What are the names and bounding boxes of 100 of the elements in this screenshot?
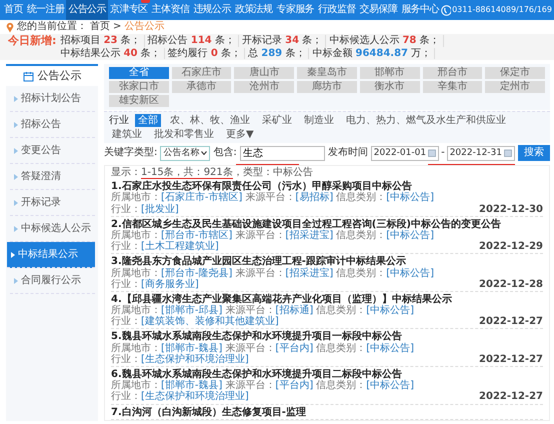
meta-label: 来源平台：	[225, 305, 276, 316]
region-button[interactable]: 张家口市	[109, 81, 169, 93]
region-button[interactable]: 雄安新区	[109, 95, 169, 107]
industry-filter[interactable]: 采矿业	[259, 114, 295, 127]
region-button[interactable]: 衡水市	[360, 81, 420, 93]
breadcrumb-link[interactable]: 首页	[90, 21, 110, 33]
sidebar-item[interactable]: 答疑澄清	[10, 164, 95, 190]
meta-link[interactable]: [生态保护和环境治理业]	[141, 391, 249, 402]
result-title-link[interactable]: 2.信都区城乡生态及民生基础设施建设项目全过程工程咨询(三标段)中标公告的变更公告	[111, 218, 543, 230]
sidebar-item[interactable]: 招标公告	[10, 112, 95, 138]
industry-filter[interactable]: 建筑业	[109, 128, 145, 141]
nav-tab[interactable]: 京津专区	[108, 0, 150, 20]
meta-link[interactable]: [建筑装饰、装修和其他建筑业]	[141, 316, 279, 328]
meta-link[interactable]: [邯郸市-魏县]	[161, 380, 222, 392]
result-title-link[interactable]: 6.魏县环城水系城南段生态保护和水环境提升项目二标段中标公告	[111, 369, 543, 380]
industry-filter[interactable]: 制造业	[301, 114, 337, 127]
region-button[interactable]: 秦皇岛市	[297, 67, 357, 79]
result-title-link[interactable]: 4.【邱县疆水湾生态产业聚集区高端花卉产业化项目（监理）】中标结果公示	[111, 294, 543, 306]
meta-link[interactable]: [土木工程建筑业]	[141, 241, 219, 252]
caret-icon	[11, 252, 15, 258]
result-date: 2022-12-27	[479, 391, 543, 403]
region-button[interactable]: 保定市	[485, 67, 545, 79]
meta-link[interactable]: [招采进宝]	[285, 268, 334, 278]
contains-label: 包含:	[213, 147, 237, 159]
search-button[interactable]: 搜索	[518, 145, 550, 161]
industry-filter[interactable]: 全部	[135, 114, 161, 127]
meta-label: 信息类别：	[316, 305, 366, 316]
nav-tab[interactable]: 统一注册	[24, 0, 66, 20]
meta-link[interactable]: [平台内]	[275, 380, 314, 392]
meta-link[interactable]: [邢台市-市辖区]	[161, 230, 232, 241]
meta-label: 信息类别：	[336, 192, 386, 204]
date-field[interactable]: 2022-01-01	[370, 146, 440, 160]
meta-link[interactable]: [中标公告]	[386, 268, 434, 278]
nav-tab[interactable]: 首页	[2, 0, 25, 20]
meta-link[interactable]: [石家庄市-市辖区]	[161, 192, 242, 204]
meta-link[interactable]: [易招标]	[295, 192, 334, 204]
meta-link[interactable]: [批发业]	[141, 204, 179, 215]
sidebar-item[interactable]: 合同履行公示	[10, 268, 95, 294]
more-link[interactable]: 更多▼	[223, 128, 257, 141]
stat-text: 招标公告 114 条；	[148, 35, 239, 46]
nav-tab[interactable]: 专家服务	[274, 0, 316, 20]
nav-tab[interactable]: 政策法规	[232, 0, 274, 20]
region-button[interactable]: 沧州市	[234, 81, 294, 93]
meta-link[interactable]: [中标公告]	[366, 305, 414, 316]
meta-link[interactable]: [中标公告]	[386, 192, 434, 204]
caret-icon	[14, 278, 18, 284]
result-title-link[interactable]: 5.魏县环城水系城南段生态保护和水环境提升项目一标段中标公告	[111, 331, 543, 343]
stat-text: 中标结果公示 40 条；	[60, 48, 165, 59]
meta-link[interactable]: [邯郸市-邱县]	[161, 305, 222, 316]
meta-label: 行业：	[111, 241, 141, 252]
region-button[interactable]: 唐山市	[234, 67, 294, 79]
meta-label: 来源平台：	[235, 268, 286, 278]
meta-label: 来源平台：	[225, 342, 276, 354]
meta-label: 信息类别：	[336, 230, 386, 241]
meta-link[interactable]: [商务服务业]	[141, 278, 199, 290]
meta-link[interactable]: [平台内]	[275, 342, 314, 354]
meta-label: 所属地市：	[111, 342, 161, 354]
meta-link[interactable]: [生态保护和环境治理业]	[141, 354, 249, 365]
region-button[interactable]: 定州市	[485, 81, 545, 93]
nav-tab[interactable]: 行政监督	[316, 0, 358, 20]
meta-label: 所属地市：	[111, 230, 161, 241]
meta-link[interactable]: [中标公告]	[386, 230, 434, 241]
result-title-link[interactable]: 3.隆尧县东方食品城产业园区生态治理工程-跟踪审计中标结果公示	[111, 256, 543, 268]
sidebar-item[interactable]: 中标结果公示	[7, 242, 95, 268]
caret-icon	[14, 226, 18, 232]
meta-link[interactable]: [招标通]	[275, 305, 314, 316]
date-field[interactable]: 2022-12-31	[446, 146, 515, 160]
region-button[interactable]: 廊坊市	[297, 81, 357, 93]
meta-link[interactable]: [招采进宝]	[285, 230, 334, 241]
nav-tab[interactable]: 违规公示	[191, 0, 233, 20]
sidebar-item[interactable]: 变更公告	[10, 138, 95, 164]
result-title-link[interactable]: 1.石家庄水投生态环保有限责任公司（污水）甲醇采购项目中标公告	[111, 181, 543, 192]
industry-filter[interactable]: 电力、热力、燃气及水生产和供应业	[343, 114, 509, 127]
region-button[interactable]: 邯郸市	[360, 67, 420, 79]
region-button[interactable]: 全省	[109, 67, 169, 79]
nav-tab[interactable]: 交易保障	[358, 0, 400, 20]
industry-filter[interactable]: 农、林、牧、渔业	[167, 114, 253, 127]
meta-link[interactable]: [中标公告]	[366, 342, 414, 354]
region-button[interactable]: 邢台市	[422, 67, 482, 79]
keyword-input[interactable]: 生态	[240, 146, 325, 160]
region-button[interactable]: 承德市	[172, 81, 232, 93]
caret-icon	[14, 148, 18, 154]
meta-link[interactable]: [邢台市-隆尧县]	[161, 268, 232, 278]
industry-filter[interactable]: 批发和零售业	[151, 128, 217, 141]
result-title-link[interactable]: 7.白沟河（白沟新城段）生态修复项目-监理	[111, 406, 543, 418]
sidebar-item[interactable]: 招标计划公告	[10, 86, 95, 112]
keyword-type-select[interactable]: 公告名称	[160, 146, 210, 160]
nav-tab[interactable]: 主体资信	[150, 0, 192, 20]
breadcrumb-link[interactable]: 公告公示	[124, 21, 164, 33]
meta-link[interactable]: [中标公告]	[366, 380, 414, 392]
region-button[interactable]: 石家庄市	[172, 67, 232, 79]
nav-tab[interactable]: 服务中心	[399, 0, 441, 20]
meta-link[interactable]: [邯郸市-魏县]	[161, 342, 222, 354]
meta-label: 所属地市：	[111, 380, 161, 392]
region-button[interactable]: 辛集市	[422, 81, 482, 93]
calendar-icon	[428, 149, 436, 157]
stat-text: 总 289 条；	[248, 48, 310, 59]
nav-tab[interactable]: 公告公示	[66, 0, 108, 20]
sidebar-item[interactable]: 开标记录	[10, 190, 95, 216]
meta-label: 来源平台：	[225, 380, 276, 392]
